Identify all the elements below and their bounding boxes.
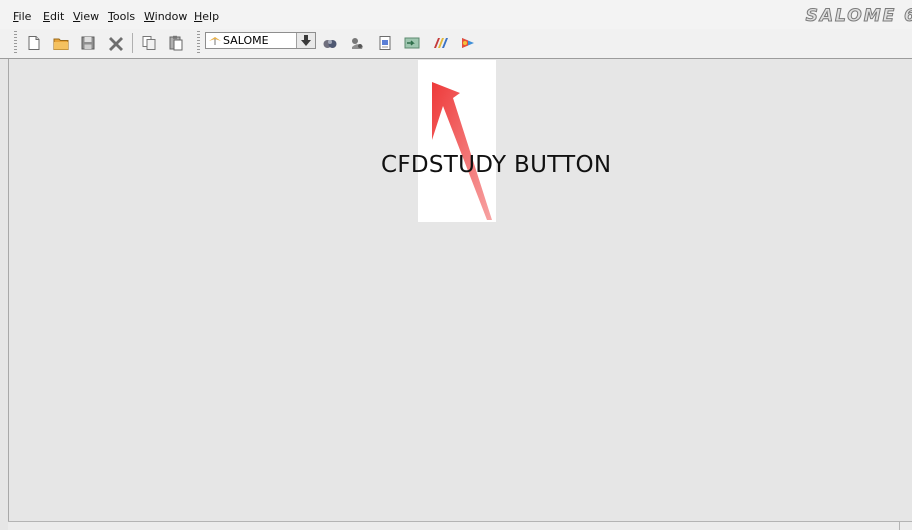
menu-edit-mnemonic: E — [43, 10, 50, 23]
menu-help-label: elp — [202, 10, 220, 23]
salome-module-icon — [209, 37, 221, 45]
paravis-module-icon[interactable] — [432, 35, 448, 51]
menu-edit[interactable]: Edit — [43, 10, 64, 23]
menu-file[interactable]: File — [13, 10, 31, 23]
menu-tools[interactable]: Tools — [108, 10, 135, 23]
menu-help[interactable]: Help — [194, 10, 219, 23]
yacs-module-icon[interactable] — [404, 35, 420, 51]
paste-icon[interactable] — [168, 35, 184, 51]
post-pro-module-icon[interactable] — [377, 35, 393, 51]
module-selector-value: SALOME — [223, 34, 269, 47]
menu-edit-label: dit — [49, 10, 65, 23]
menu-bar: File Edit View Tools Window Help SALOME … — [0, 0, 912, 29]
annotation-arrow-icon — [432, 82, 492, 220]
cfdstudy-button-annotation: CFDSTUDY BUTTON — [381, 152, 612, 178]
salome-brand-logo: SALOME 6 — [805, 6, 912, 27]
cfdstudy-module-icon[interactable] — [460, 35, 476, 51]
new-document-icon[interactable] — [26, 35, 42, 51]
arrow-down-icon — [301, 35, 311, 46]
main-toolbar: SALOME — [0, 29, 912, 59]
toolbar-separator — [132, 33, 133, 53]
open-folder-icon[interactable] — [53, 35, 69, 51]
menu-window-mnemonic: W — [144, 10, 155, 23]
save-disk-icon[interactable] — [80, 35, 96, 51]
menu-window-label: indow — [154, 10, 188, 23]
geometry-module-icon[interactable] — [322, 35, 338, 51]
mesh-module-icon[interactable] — [349, 35, 365, 51]
module-dropdown-button[interactable] — [296, 33, 315, 48]
toolbar-grip[interactable] — [14, 31, 17, 55]
menu-tools-label: ools — [112, 10, 136, 23]
menu-view[interactable]: View — [73, 10, 99, 23]
menu-file-label: ile — [18, 10, 32, 23]
toolbar-grip[interactable] — [197, 31, 200, 55]
copy-icon[interactable] — [141, 35, 157, 51]
menu-window[interactable]: Window — [144, 10, 187, 23]
close-x-icon[interactable] — [108, 35, 124, 51]
module-selector[interactable]: SALOME — [205, 32, 316, 49]
menu-view-label: iew — [80, 10, 100, 23]
